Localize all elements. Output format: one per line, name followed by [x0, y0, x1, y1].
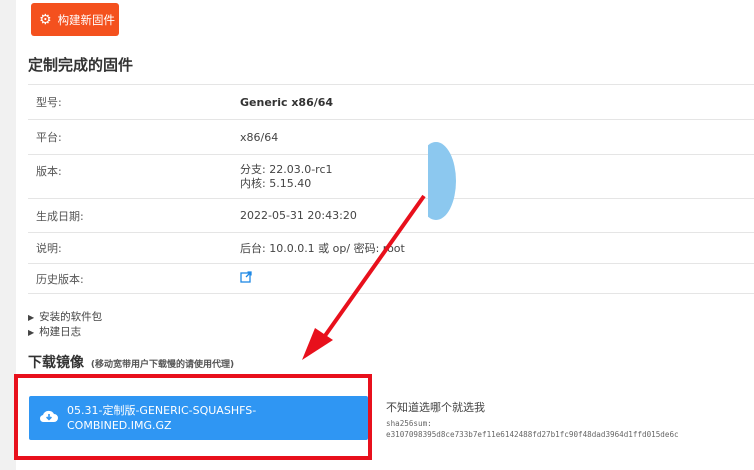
- row-value: Generic x86/64: [240, 95, 334, 109]
- section-title: 定制完成的固件: [28, 56, 134, 74]
- sha-value: e3107098395d8ce733b7ef11e6142488fd27b1fc…: [386, 430, 679, 439]
- row-value: x86/64: [240, 130, 279, 144]
- build-new-firmware-button[interactable]: ⚙ 构建新固件: [31, 3, 119, 36]
- row-value: [240, 270, 754, 287]
- collapsible-sections: ▶ 安装的软件包 ▶ 构建日志: [28, 310, 102, 340]
- table-row-version: 版本: 分支: 22.03.0-rc1 内核: 5.15.40: [28, 155, 754, 199]
- row-value: 2022-05-31 20:43:20: [240, 209, 357, 222]
- choose-hint: 不知道选哪个就选我: [386, 401, 485, 414]
- row-key: 历史版本:: [36, 272, 84, 286]
- row-value: 后台: 10.0.0.1 或 op/ 密码: root: [240, 242, 405, 255]
- sha-label: sha256sum:: [386, 419, 432, 428]
- kernel-value: 内核: 5.15.40: [240, 176, 312, 190]
- table-row-history: 历史版本:: [28, 264, 754, 294]
- firmware-info-table: 型号: Generic x86/64 平台: x86/64 版本: 分支: 22…: [28, 84, 754, 294]
- table-row-build-date: 生成日期: 2022-05-31 20:43:20: [28, 199, 754, 233]
- triangle-right-icon: ▶: [28, 313, 35, 322]
- build-button-label: 构建新固件: [57, 12, 116, 27]
- table-row-platform: 平台: x86/64: [28, 120, 754, 155]
- row-key: 版本:: [36, 165, 62, 178]
- toggle-build-log[interactable]: ▶ 构建日志: [28, 325, 102, 340]
- triangle-right-icon: ▶: [28, 328, 35, 337]
- row-value: 分支: 22.03.0-rc1 内核: 5.15.40: [240, 163, 754, 191]
- toggle-label: 构建日志: [39, 326, 82, 338]
- download-title: 下载镜像 (移动宽带用户下载慢的请使用代理): [28, 352, 234, 372]
- table-row-model: 型号: Generic x86/64: [28, 85, 754, 120]
- annotation-highlight-box: [14, 374, 372, 460]
- table-row-description: 说明: 后台: 10.0.0.1 或 op/ 密码: root: [28, 233, 754, 264]
- download-subtitle: (移动宽带用户下载慢的请使用代理): [90, 360, 235, 370]
- toggle-label: 安装的软件包: [39, 311, 103, 323]
- row-key: 生成日期:: [36, 209, 84, 223]
- row-key: 型号:: [36, 96, 62, 109]
- row-key: 说明:: [36, 242, 62, 255]
- toggle-installed-packages[interactable]: ▶ 安装的软件包: [28, 310, 102, 325]
- row-key: 平台:: [36, 131, 62, 144]
- gear-icon: ⚙: [39, 11, 52, 28]
- branch-value: 分支: 22.03.0-rc1: [240, 162, 333, 176]
- download-title-text: 下载镜像: [28, 355, 84, 371]
- sha256-block: sha256sum: e3107098395d8ce733b7ef11e6142…: [386, 418, 679, 440]
- external-link-icon[interactable]: [240, 270, 252, 287]
